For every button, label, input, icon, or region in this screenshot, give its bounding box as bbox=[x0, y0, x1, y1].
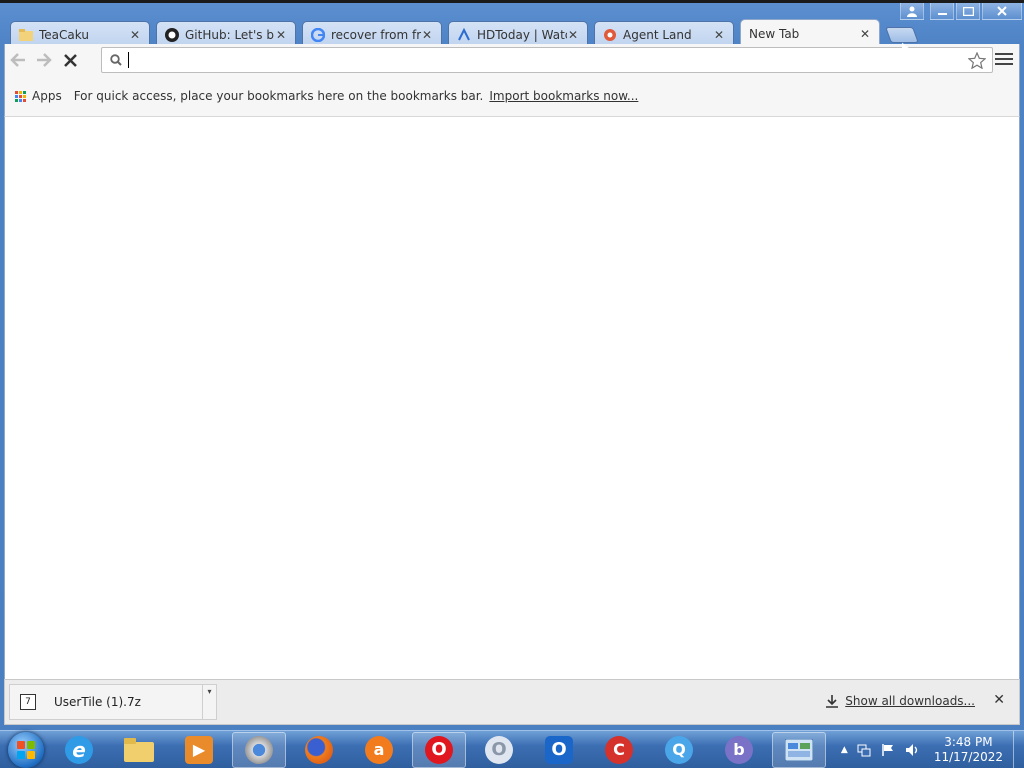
firefox-icon bbox=[305, 735, 333, 764]
7z-file-icon: 7 bbox=[20, 694, 36, 710]
bittorrent-icon: b bbox=[725, 735, 753, 764]
tab-close-icon[interactable]: ✕ bbox=[713, 28, 725, 42]
bookmarks-bar: Apps For quick access, place your bookma… bbox=[4, 76, 1020, 117]
network-icon[interactable] bbox=[856, 742, 872, 758]
window-controls bbox=[900, 3, 1022, 21]
close-window-button[interactable] bbox=[982, 3, 1022, 20]
download-shelf: 7 UserTile (1).7z ▾ Show all downloads..… bbox=[4, 679, 1020, 725]
tab-close-icon[interactable]: ✕ bbox=[421, 28, 433, 42]
taskbar-chrome[interactable] bbox=[232, 731, 286, 768]
show-all-downloads-link[interactable]: Show all downloads... bbox=[845, 694, 975, 708]
github-icon bbox=[165, 27, 179, 42]
tab-close-icon[interactable]: ✕ bbox=[859, 27, 871, 41]
back-arrow-icon bbox=[10, 53, 25, 67]
windows-logo-icon bbox=[17, 740, 35, 759]
toolbar bbox=[4, 44, 1020, 76]
ie-icon: e bbox=[65, 735, 93, 764]
taskbar-opera-blue[interactable]: O bbox=[532, 732, 586, 768]
tab-label: HDToday | Watc bbox=[477, 27, 567, 42]
taskbar-opera[interactable]: O bbox=[412, 731, 466, 768]
opera-white-icon: O bbox=[485, 735, 513, 764]
new-tab-button[interactable] bbox=[885, 27, 919, 43]
clock[interactable]: 3:48 PM 11/17/2022 bbox=[934, 735, 1003, 765]
folder-icon bbox=[19, 28, 33, 42]
download-item[interactable]: 7 UserTile (1).7z bbox=[9, 684, 203, 720]
omnibox-input[interactable] bbox=[129, 50, 968, 70]
apps-label: Apps bbox=[32, 89, 62, 103]
taskbar-firefox[interactable] bbox=[292, 732, 346, 768]
download-filename: UserTile (1).7z bbox=[54, 695, 141, 709]
chrome-icon bbox=[245, 735, 273, 764]
show-all-downloads[interactable]: Show all downloads... bbox=[825, 694, 975, 708]
back-button[interactable] bbox=[5, 47, 31, 73]
agentland-icon bbox=[603, 28, 617, 42]
search-q-icon: Q bbox=[665, 735, 693, 764]
opera-blue-icon: O bbox=[545, 735, 573, 764]
maximize-button[interactable] bbox=[956, 3, 980, 20]
media-player-icon: ▶ bbox=[185, 735, 213, 764]
tab-close-icon[interactable]: ✕ bbox=[275, 28, 287, 42]
taskbar-media-player[interactable]: ▶ bbox=[172, 732, 226, 768]
taskbar-qbittorrent[interactable]: Q bbox=[652, 732, 706, 768]
hdtoday-icon bbox=[457, 27, 471, 42]
chrome-menu-icon[interactable] bbox=[995, 50, 1013, 68]
download-arrow-icon bbox=[825, 694, 839, 708]
taskbar-ccleaner[interactable]: C bbox=[592, 732, 646, 768]
taskbar-opera-gx[interactable]: O bbox=[472, 732, 526, 768]
stop-icon bbox=[63, 53, 77, 67]
apps-shortcut[interactable]: Apps bbox=[15, 89, 62, 103]
forward-button[interactable] bbox=[31, 47, 57, 73]
taskbar: e ▶ a O O O C Q b ▲ 3:48 PM 11/17/2022 bbox=[0, 730, 1024, 768]
taskbar-internet-explorer[interactable]: e bbox=[52, 732, 106, 768]
tab-new-tab[interactable]: New Tab ✕ bbox=[740, 19, 880, 47]
system-tray: ▲ 3:48 PM 11/17/2022 bbox=[841, 731, 1024, 768]
google-icon bbox=[311, 27, 325, 42]
import-bookmarks-link[interactable]: Import bookmarks now... bbox=[489, 89, 638, 103]
bookmark-star-icon[interactable] bbox=[968, 51, 986, 69]
start-button[interactable] bbox=[8, 731, 44, 768]
tab-label: GitHub: Let's buil bbox=[185, 27, 275, 42]
clock-time: 3:48 PM bbox=[944, 734, 993, 749]
address-bar[interactable] bbox=[101, 47, 993, 73]
taskbar-avast[interactable]: a bbox=[352, 732, 406, 768]
page-content bbox=[4, 117, 1020, 679]
taskbar-file-explorer[interactable] bbox=[112, 732, 166, 768]
tab-close-icon[interactable]: ✕ bbox=[129, 28, 141, 42]
forward-arrow-icon bbox=[37, 53, 52, 67]
tab-strip: TeaCaku ✕ GitHub: Let's buil ✕ recover f… bbox=[10, 19, 919, 47]
taskbar-control-panel[interactable] bbox=[772, 731, 826, 768]
avast-icon: a bbox=[365, 735, 393, 764]
tab-label: TeaCaku bbox=[39, 27, 89, 42]
volume-icon[interactable] bbox=[904, 742, 920, 758]
profile-icon[interactable] bbox=[900, 3, 924, 20]
show-hidden-icons-icon[interactable]: ▲ bbox=[841, 745, 848, 755]
search-icon bbox=[110, 54, 122, 66]
opera-icon: O bbox=[425, 735, 453, 764]
close-shelf-icon[interactable]: ✕ bbox=[993, 692, 1005, 708]
tab-close-icon[interactable]: ✕ bbox=[567, 28, 579, 42]
ccleaner-icon: C bbox=[605, 735, 633, 764]
tab-label: New Tab bbox=[749, 26, 800, 41]
control-panel-icon bbox=[785, 738, 813, 761]
tab-label: recover from frye bbox=[331, 27, 421, 42]
minimize-button[interactable] bbox=[930, 3, 954, 20]
stop-loading-button[interactable] bbox=[57, 47, 83, 73]
taskbar-bittorrent[interactable]: b bbox=[712, 732, 766, 768]
action-center-flag-icon[interactable] bbox=[880, 742, 896, 758]
tab-label: Agent Land bbox=[623, 27, 692, 42]
show-desktop-button[interactable] bbox=[1013, 731, 1024, 768]
apps-grid-icon bbox=[15, 90, 26, 102]
folder-icon bbox=[124, 737, 154, 762]
bookmarks-hint-text: For quick access, place your bookmarks h… bbox=[73, 89, 484, 103]
download-menu-dropdown[interactable]: ▾ bbox=[203, 684, 217, 720]
clock-date: 11/17/2022 bbox=[933, 749, 1003, 764]
